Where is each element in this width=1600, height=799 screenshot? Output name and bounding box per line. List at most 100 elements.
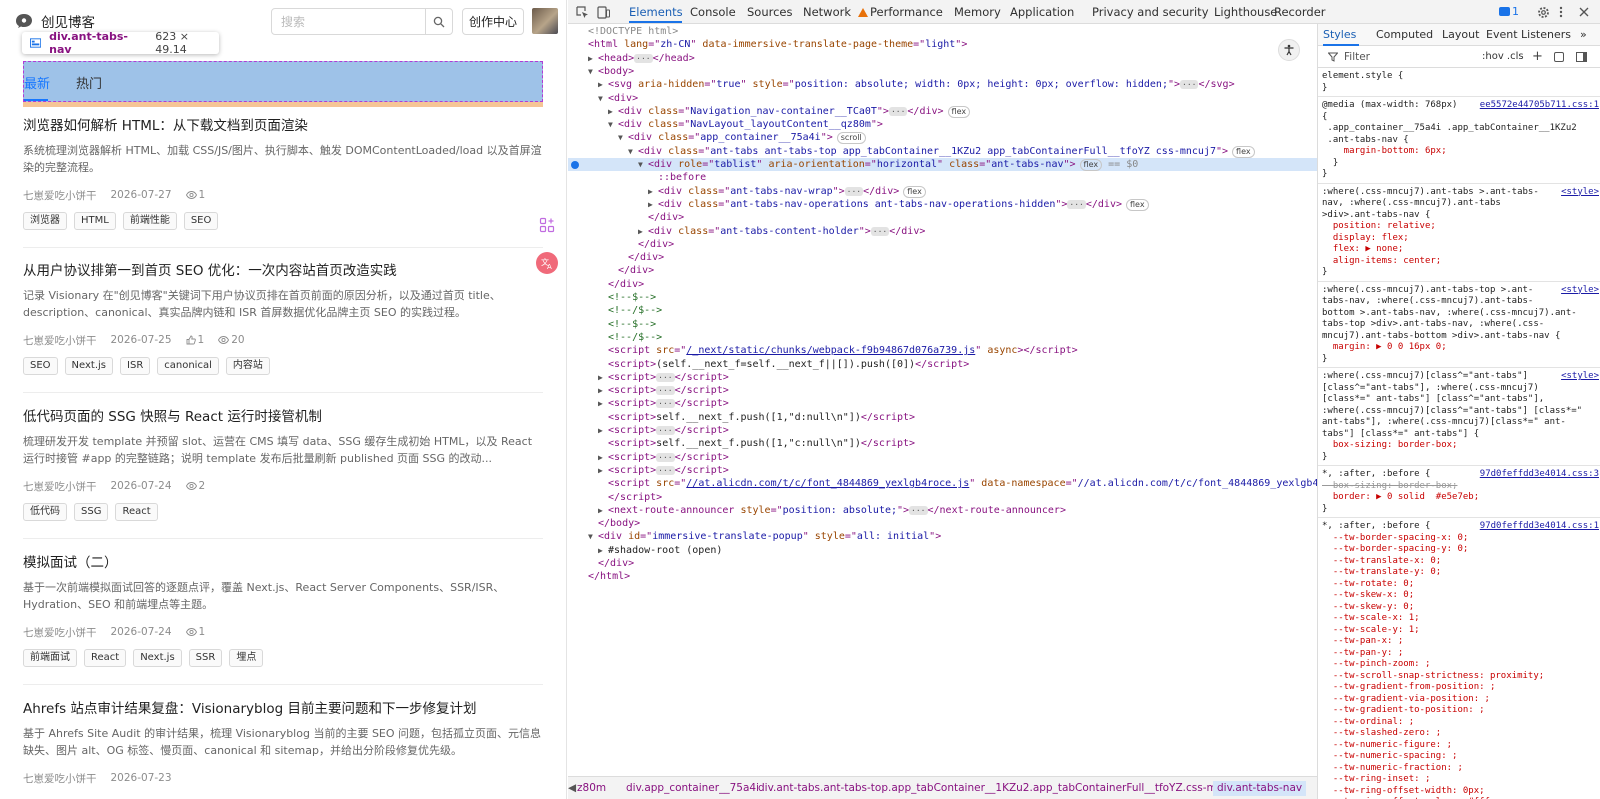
styles-tab-layout[interactable]: Layout bbox=[1442, 28, 1479, 41]
style-property[interactable]: --tw-ordinal: ; bbox=[1322, 717, 1600, 728]
style-property[interactable]: --tw-ring-offset-width: 0px; bbox=[1322, 786, 1600, 797]
user-avatar[interactable] bbox=[532, 8, 558, 34]
expand-toggle-icon[interactable]: ▼ bbox=[588, 65, 598, 78]
dom-node[interactable]: ▼ <div class="app_container__75a4i"> scrol… bbox=[568, 131, 1317, 145]
style-source-link[interactable]: <style> bbox=[1561, 187, 1599, 198]
settings-gear-icon[interactable] bbox=[1535, 4, 1551, 20]
article-tag[interactable]: 低代码 bbox=[23, 503, 67, 521]
article-tag[interactable]: 前端面试 bbox=[23, 649, 77, 667]
devtools-tab-network[interactable]: Network bbox=[803, 5, 851, 19]
style-source-link[interactable]: <style> bbox=[1561, 371, 1599, 382]
style-selector[interactable]: { bbox=[1322, 112, 1600, 123]
article-author[interactable]: 七崽爱吃小饼干 bbox=[23, 479, 97, 494]
style-selector[interactable]: tabs-nav, :where(.css-mncuj7).ant-tabs- bbox=[1322, 296, 1600, 307]
dom-node[interactable]: <html lang="zh-CN" data-immersive-transl… bbox=[568, 38, 1317, 51]
article-tag[interactable]: SSG bbox=[74, 503, 109, 521]
dom-node[interactable]: <!--$--> bbox=[568, 291, 1317, 304]
inspect-element-icon[interactable] bbox=[574, 4, 590, 20]
dom-node[interactable]: </div> bbox=[568, 238, 1317, 251]
style-property[interactable]: --tw-gradient-from-position: ; bbox=[1322, 682, 1600, 693]
devtools-tab-lighthouse[interactable]: Lighthouse bbox=[1214, 5, 1277, 19]
style-property[interactable]: --tw-scroll-snap-strictness: proximity; bbox=[1322, 671, 1600, 682]
dom-node[interactable]: <!DOCTYPE html> bbox=[568, 25, 1317, 38]
dom-node-selected[interactable]: ▼ <div role="tablist" aria-orientation="h… bbox=[568, 158, 1317, 171]
article-tag[interactable]: ISR bbox=[120, 357, 151, 375]
dom-node[interactable]: <!--/$--> bbox=[568, 304, 1317, 317]
style-selector[interactable]: .ant-tabs-nav { bbox=[1322, 135, 1600, 146]
expand-toggle-icon[interactable]: ▶ bbox=[598, 384, 608, 397]
expand-toggle-icon[interactable]: ▶ bbox=[598, 371, 608, 384]
accessibility-tree-button[interactable] bbox=[1278, 39, 1300, 61]
expand-toggle-icon[interactable]: ▶ bbox=[648, 185, 658, 198]
devtools-tab-memory[interactable]: Memory bbox=[954, 5, 1001, 19]
new-style-rule-icon[interactable]: + bbox=[1532, 49, 1543, 64]
style-selector[interactable]: tabs-top >div>.ant-tabs-nav, :where(.css… bbox=[1322, 319, 1600, 330]
style-property[interactable]: --tw-numeric-figure: ; bbox=[1322, 740, 1600, 751]
style-property[interactable]: --tw-scale-x: 1; bbox=[1322, 613, 1600, 624]
site-logo-icon[interactable] bbox=[15, 13, 33, 29]
more-options-icon[interactable] bbox=[1553, 4, 1569, 20]
article-title[interactable]: 模拟面试（二） bbox=[23, 554, 543, 573]
style-property[interactable]: box-sizing: border-box; bbox=[1322, 440, 1600, 451]
style-selector[interactable]: element.style { bbox=[1322, 71, 1600, 82]
dom-node[interactable]: ▼ <div class="ant-tabs ant-tabs-top app_t… bbox=[568, 145, 1317, 158]
style-property[interactable]: --tw-numeric-spacing: ; bbox=[1322, 751, 1600, 762]
style-selector[interactable]: ant-tabs"], :where(.css-mncuj7)[class*="… bbox=[1322, 417, 1600, 428]
article-title[interactable]: Ahrefs 站点审计结果复盘：Visionaryblog 目前主要问题和下一步… bbox=[23, 700, 543, 719]
expand-toggle-icon[interactable]: ▶ bbox=[598, 464, 608, 477]
breadcrumb-scroll-left-icon[interactable]: ◀ bbox=[568, 782, 576, 794]
expand-toggle-icon[interactable]: ▶ bbox=[648, 198, 658, 211]
style-property[interactable]: --tw-rotate: 0; bbox=[1322, 579, 1600, 590]
style-selector[interactable]: bottom >.ant-tabs-nav, :where(.css-mncuj… bbox=[1322, 308, 1600, 319]
devtools-tab-application[interactable]: Application bbox=[1010, 5, 1074, 19]
dom-node[interactable]: ▶ <script> ··· </script> bbox=[568, 451, 1317, 464]
dom-node[interactable]: ▶ <next-route-announcer style="position: … bbox=[568, 504, 1317, 517]
issues-counter[interactable]: 1 bbox=[1499, 5, 1519, 18]
expand-toggle-icon[interactable]: ▼ bbox=[628, 145, 638, 158]
article-author[interactable]: 七崽爱吃小饼干 bbox=[23, 188, 97, 203]
dom-node[interactable]: <script>(self.__next_f=self.__next_f||[]… bbox=[568, 358, 1317, 371]
article-tag[interactable]: Next.js bbox=[64, 357, 114, 375]
style-property[interactable]: --tw-skew-x: 0; bbox=[1322, 590, 1600, 601]
dom-node[interactable]: ▼ <div class="NavLayout_layoutContent__qz… bbox=[568, 118, 1317, 131]
styles-tab-event-listeners[interactable]: Event Listeners bbox=[1486, 28, 1571, 41]
style-source-link[interactable]: 97d0feffdd3e4014.css:3 bbox=[1480, 469, 1599, 480]
style-property[interactable]: margin-bottom: 6px; bbox=[1322, 146, 1600, 157]
style-property[interactable]: --tw-skew-y: 0; bbox=[1322, 602, 1600, 613]
style-property[interactable]: --tw-translate-y: 0; bbox=[1322, 567, 1600, 578]
dom-node[interactable]: ▶ #shadow-root (open) bbox=[568, 544, 1317, 557]
element-state-icon[interactable] bbox=[1554, 52, 1564, 62]
expand-toggle-icon[interactable]: ▼ bbox=[608, 118, 618, 131]
style-source-link[interactable]: ee5572e44705b711.css:1 bbox=[1480, 100, 1599, 111]
toggle-sidebar-icon[interactable] bbox=[1576, 52, 1587, 62]
expand-toggle-icon[interactable]: ▶ bbox=[598, 397, 608, 410]
breadcrumb-item[interactable]: div.ant-tabs-nav bbox=[1213, 781, 1307, 796]
style-selector[interactable]: } bbox=[1322, 83, 1600, 94]
dom-node[interactable]: ▼ <div id="immersive-translate-popup" sty… bbox=[568, 530, 1317, 543]
expand-toggle-icon[interactable]: ▶ bbox=[598, 504, 608, 517]
style-property[interactable]: --tw-ring-inset: ; bbox=[1322, 774, 1600, 785]
style-property[interactable]: --tw-pinch-zoom: ; bbox=[1322, 659, 1600, 670]
article-author[interactable]: 七崽爱吃小饼干 bbox=[23, 771, 97, 786]
expand-toggle-icon[interactable]: ▼ bbox=[638, 158, 648, 171]
style-selector[interactable]: :where(.css-mncuj7)[class^="ant-tabs"] [… bbox=[1322, 406, 1600, 417]
elements-dom-tree[interactable]: <!DOCTYPE html> <html lang="zh-CN" data-i… bbox=[568, 24, 1317, 776]
expand-toggle-icon[interactable]: ▶ bbox=[638, 225, 648, 238]
dom-node[interactable]: ▶ <script> ··· </script> bbox=[568, 424, 1317, 437]
style-property[interactable]: align-items: center; bbox=[1322, 256, 1600, 267]
style-selector[interactable]: [class*=" ant-tabs"] [class^="ant-tabs"]… bbox=[1322, 394, 1600, 405]
dom-node[interactable]: <!--/$--> bbox=[568, 331, 1317, 344]
dom-node[interactable]: </script> bbox=[568, 491, 1317, 504]
style-property[interactable]: flex: ▶ none; bbox=[1322, 244, 1600, 255]
style-selector[interactable]: :where(.css-mncuj7)[class^="ant-tabs"] <s… bbox=[1322, 371, 1600, 382]
dom-node[interactable]: ▶ <div class="ant-tabs-nav-operations ant… bbox=[568, 198, 1317, 211]
style-property[interactable]: --tw-translate-x: 0; bbox=[1322, 556, 1600, 567]
dom-node[interactable]: </body> bbox=[568, 517, 1317, 530]
expand-toggle-icon[interactable]: ▶ bbox=[608, 105, 618, 118]
expand-toggle-icon[interactable]: ▶ bbox=[588, 52, 598, 65]
site-title[interactable]: 创见博客 bbox=[41, 11, 95, 31]
search-input[interactable] bbox=[272, 9, 427, 34]
dom-node[interactable]: ▶ <div class="ant-tabs-nav-wrap"> ··· </div… bbox=[568, 185, 1317, 198]
article-tag[interactable]: SEO bbox=[183, 212, 219, 230]
style-selector[interactable]: :where(.css-mncuj7).ant-tabs >.ant-tabs-… bbox=[1322, 187, 1600, 198]
